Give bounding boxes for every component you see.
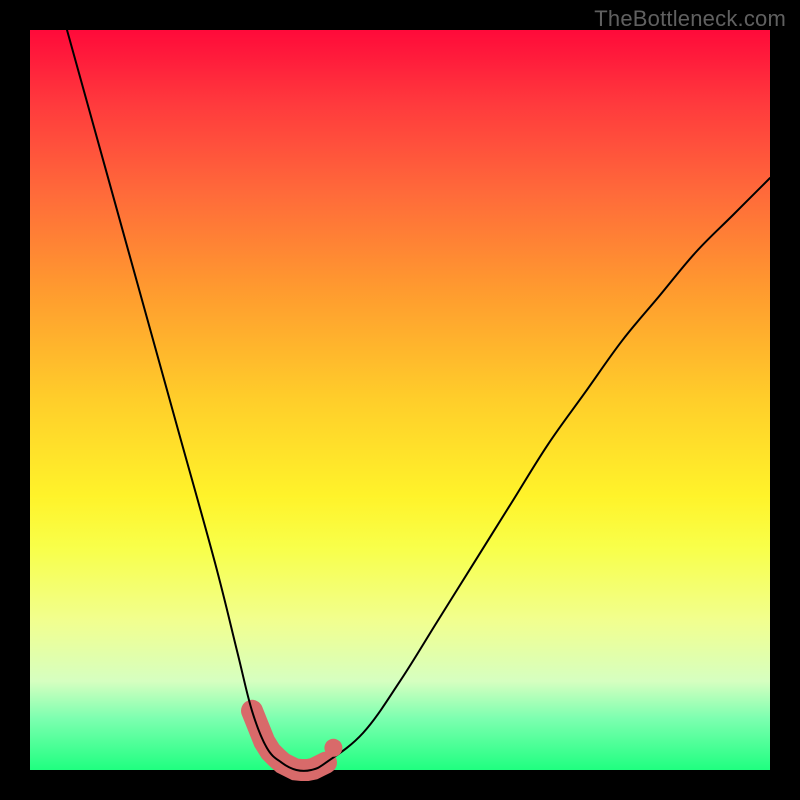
chart-svg: [30, 30, 770, 770]
plot-area: [30, 30, 770, 770]
marker-dot: [324, 739, 342, 757]
chart-canvas: TheBottleneck.com: [0, 0, 800, 800]
bottleneck-curve: [67, 30, 770, 771]
attribution-text: TheBottleneck.com: [594, 6, 786, 32]
